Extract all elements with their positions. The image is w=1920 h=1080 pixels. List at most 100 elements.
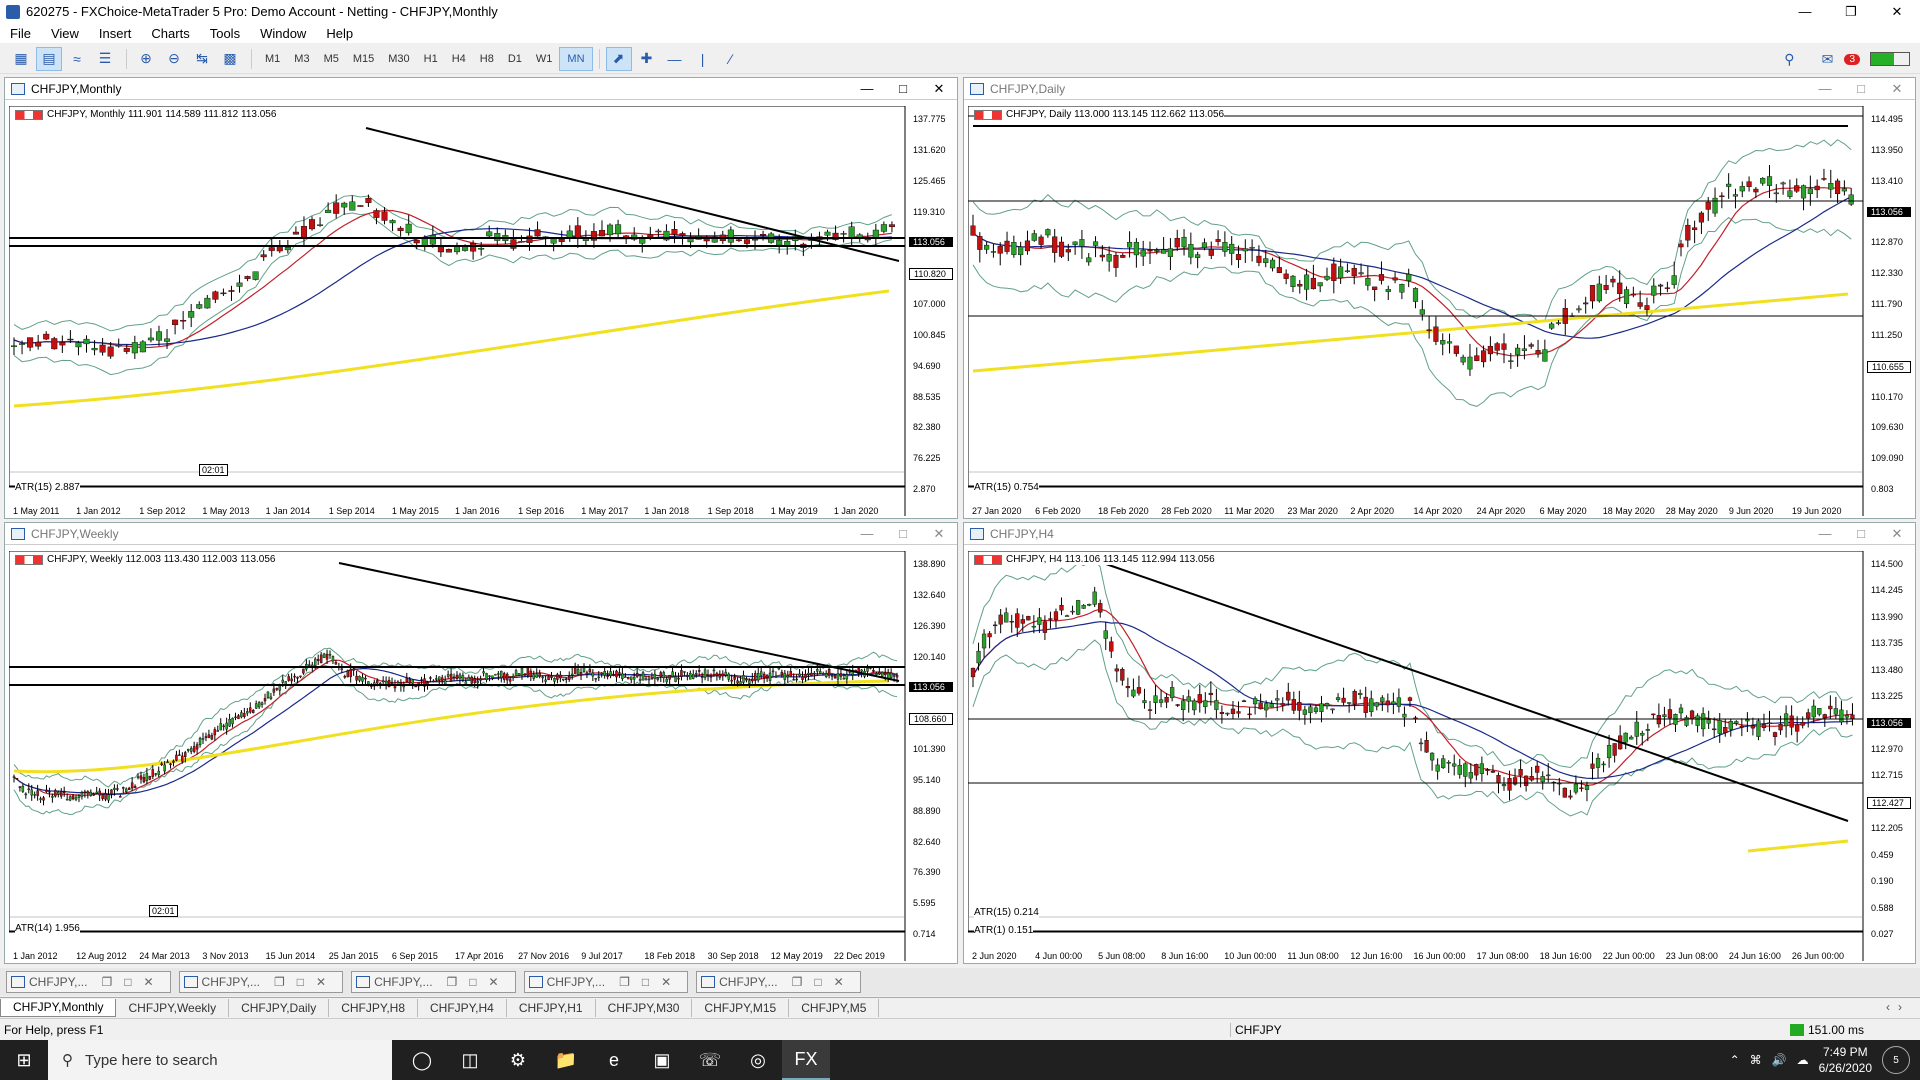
tab-chfjpy-weekly[interactable]: CHFJPY,Weekly bbox=[116, 998, 230, 1017]
file-explorer-icon[interactable]: 📁 bbox=[542, 1040, 590, 1080]
tf-w1[interactable]: W1 bbox=[529, 47, 560, 71]
chart-window-icon bbox=[970, 527, 984, 540]
minimize-button[interactable]: — bbox=[849, 81, 885, 97]
chart-plot-weekly[interactable]: CHFJPY, Weekly 112.003 113.430 112.003 1… bbox=[9, 551, 953, 961]
ohlc-label: CHFJPY, Daily 113.000 113.145 112.662 11… bbox=[1006, 109, 1225, 120]
tf-d1[interactable]: D1 bbox=[501, 47, 529, 71]
close-button[interactable]: ✕ bbox=[921, 526, 957, 542]
tf-h4[interactable]: H4 bbox=[445, 47, 473, 71]
menu-window[interactable]: Window bbox=[250, 26, 316, 41]
close-button[interactable]: ✕ bbox=[1874, 0, 1920, 23]
cloud-icon[interactable]: ☁ bbox=[1797, 1053, 1809, 1067]
tf-mn[interactable]: MN bbox=[559, 46, 593, 71]
menu-tools[interactable]: Tools bbox=[200, 26, 250, 41]
cortana-icon[interactable]: ◯ bbox=[398, 1040, 446, 1080]
cursor-icon[interactable]: ⬈ bbox=[605, 46, 632, 71]
chart-plot-daily[interactable]: CHFJPY, Daily 113.000 113.145 112.662 11… bbox=[968, 106, 1911, 516]
chart-window-icon bbox=[356, 976, 371, 988]
tf-m3[interactable]: M3 bbox=[287, 47, 316, 71]
whatsapp-icon[interactable]: ☏ bbox=[686, 1040, 734, 1080]
maximize-button[interactable]: □ bbox=[885, 526, 921, 542]
price-axis-label: 109.090 bbox=[1871, 453, 1904, 464]
menu-insert[interactable]: Insert bbox=[89, 26, 142, 41]
chart-window-daily[interactable]: CHFJPY,Daily — □ ✕ CHFJPY, Daily 113.000 1… bbox=[963, 77, 1916, 519]
chart-window-monthly[interactable]: CHFJPY,Monthly — □ ✕ CHFJPY, Monthly 111.9… bbox=[4, 77, 958, 519]
tab-chfjpy-m30[interactable]: CHFJPY,M30 bbox=[596, 998, 693, 1017]
menu-file[interactable]: File bbox=[0, 26, 41, 41]
tf-m15[interactable]: M15 bbox=[346, 47, 381, 71]
tf-h8[interactable]: H8 bbox=[473, 47, 501, 71]
title-bar: 620275 - FXChoice-MetaTrader 5 Pro: Demo… bbox=[0, 0, 1920, 23]
chart-window-h4[interactable]: CHFJPY,H4 — □ ✕ CHFJPY, H4 113.106 113.145… bbox=[963, 522, 1916, 964]
tab-chfjpy-m15[interactable]: CHFJPY,M15 bbox=[692, 998, 790, 1017]
minimized-window[interactable]: CHFJPY,... ❐□✕ bbox=[696, 971, 861, 993]
tab-chfjpy-h1[interactable]: CHFJPY,H1 bbox=[507, 998, 596, 1017]
chart-shift-icon[interactable]: ▩ bbox=[217, 47, 243, 71]
minimized-window[interactable]: CHFJPY,... ❐□✕ bbox=[351, 971, 516, 993]
minimized-window[interactable]: CHFJPY,... ❐□✕ bbox=[178, 971, 344, 993]
crosshair-icon[interactable]: ✚ bbox=[634, 47, 660, 71]
tab-scroll-arrows[interactable]: ‹› bbox=[1886, 1000, 1910, 1014]
close-button[interactable]: ✕ bbox=[1879, 81, 1915, 97]
clock[interactable]: 7:49 PM 6/26/2020 bbox=[1819, 1044, 1872, 1076]
line-chart-icon[interactable]: ≈ bbox=[64, 47, 90, 71]
minimize-button[interactable]: — bbox=[1782, 0, 1828, 23]
minimize-button[interactable]: — bbox=[1807, 81, 1843, 97]
tf-m1[interactable]: M1 bbox=[258, 47, 287, 71]
chrome-icon[interactable]: ◎ bbox=[734, 1040, 782, 1080]
app-icon[interactable]: ▣ bbox=[638, 1040, 686, 1080]
tray-chevron-icon[interactable]: ⌃ bbox=[1730, 1053, 1740, 1067]
minimize-button[interactable]: — bbox=[849, 526, 885, 542]
chart-tabs: CHFJPY,Monthly CHFJPY,Weekly CHFJPY,Dail… bbox=[0, 997, 1920, 1017]
network-icon[interactable]: ⌘ bbox=[1750, 1053, 1762, 1067]
tab-chfjpy-m5[interactable]: CHFJPY,M5 bbox=[789, 998, 880, 1017]
price-axis-label: 131.620 bbox=[913, 144, 946, 155]
chart-window-icon bbox=[701, 976, 716, 988]
menu-charts[interactable]: Charts bbox=[141, 26, 199, 41]
maximize-button[interactable]: □ bbox=[1843, 526, 1879, 542]
tab-chfjpy-h8[interactable]: CHFJPY,H8 bbox=[329, 998, 419, 1017]
candles-icon[interactable]: ▤ bbox=[36, 46, 62, 71]
tab-chfjpy-monthly[interactable]: CHFJPY,Monthly bbox=[0, 998, 117, 1017]
tf-m5[interactable]: M5 bbox=[317, 47, 346, 71]
new-chart-icon[interactable]: ▦ bbox=[8, 47, 34, 71]
templates-icon[interactable]: ☰ bbox=[92, 47, 118, 71]
fxchoice-icon[interactable]: FX bbox=[782, 1040, 830, 1080]
app-icon[interactable]: ⚙ bbox=[494, 1040, 542, 1080]
search-icon[interactable]: ⚲ bbox=[1776, 47, 1802, 71]
chart-plot-monthly[interactable]: CHFJPY, Monthly 111.901 114.589 111.812 … bbox=[9, 106, 953, 516]
autoscroll-icon[interactable]: ↹ bbox=[189, 47, 215, 71]
notification-icon[interactable]: ✉ bbox=[1814, 47, 1840, 71]
zoom-in-icon[interactable]: ⊕ bbox=[133, 47, 159, 71]
minimize-button[interactable]: — bbox=[1807, 526, 1843, 542]
edge-icon[interactable]: e bbox=[590, 1040, 638, 1080]
chart-plot-h4[interactable]: CHFJPY, H4 113.106 113.145 112.994 113.0… bbox=[968, 551, 1911, 961]
taskbar-search[interactable]: ⚲ Type here to search bbox=[48, 1040, 392, 1080]
maximize-button[interactable]: □ bbox=[1843, 81, 1879, 97]
close-button[interactable]: ✕ bbox=[921, 81, 957, 97]
tf-h1[interactable]: H1 bbox=[417, 47, 445, 71]
vertical-line-icon[interactable]: | bbox=[690, 47, 716, 71]
volume-icon[interactable]: 🔊 bbox=[1772, 1053, 1787, 1067]
notification-center-icon[interactable]: 5 bbox=[1882, 1046, 1910, 1074]
chart-window-weekly[interactable]: CHFJPY,Weekly — □ ✕ CHFJPY, Weekly 112.003… bbox=[4, 522, 958, 964]
maximize-button[interactable]: □ bbox=[885, 81, 921, 97]
trendline-icon[interactable]: ∕ bbox=[718, 47, 744, 71]
menu-help[interactable]: Help bbox=[316, 26, 363, 41]
close-button[interactable]: ✕ bbox=[1879, 526, 1915, 542]
time-axis-label: 1 Jan 2018 bbox=[644, 506, 689, 516]
tf-m30[interactable]: M30 bbox=[381, 47, 416, 71]
chart-caption: CHFJPY,Weekly — □ ✕ bbox=[5, 523, 957, 545]
windows-start-icon[interactable]: ⊞ bbox=[0, 1050, 48, 1071]
horizontal-line-icon[interactable]: — bbox=[662, 47, 688, 71]
task-view-icon[interactable]: ◫ bbox=[446, 1040, 494, 1080]
restore-button[interactable]: ❐ bbox=[1828, 0, 1874, 23]
price-axis-label: 114.245 bbox=[1871, 585, 1903, 596]
menu-view[interactable]: View bbox=[41, 26, 89, 41]
tab-chfjpy-h4[interactable]: CHFJPY,H4 bbox=[418, 998, 507, 1017]
time-axis-label: 24 Jun 16:00 bbox=[1728, 951, 1781, 961]
zoom-out-icon[interactable]: ⊖ bbox=[161, 47, 187, 71]
minimized-window[interactable]: CHFJPY,... ❐□✕ bbox=[523, 971, 689, 993]
tab-chfjpy-daily[interactable]: CHFJPY,Daily bbox=[229, 998, 330, 1017]
minimized-window[interactable]: CHFJPY,... ❐□✕ bbox=[6, 971, 171, 993]
